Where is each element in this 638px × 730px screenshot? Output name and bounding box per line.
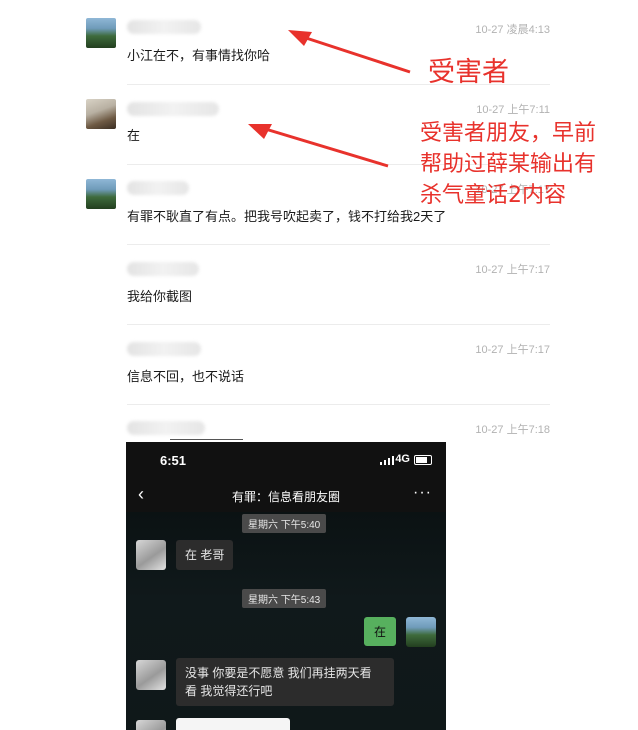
arrowhead <box>248 124 272 139</box>
annotation-line: 帮助过薛某输出有 <box>420 152 597 177</box>
annotation-friend: 受害者朋友，早前 帮助过薛某输出有 杀气童话2内容 <box>420 118 596 211</box>
annotation-line: 受害者朋友，早前 <box>420 121 597 146</box>
annotation-line: 杀气童话2内容 <box>420 183 566 208</box>
annotation-arrows <box>248 30 411 168</box>
annotation-victim: 受害者 <box>428 57 509 88</box>
arrowhead <box>288 30 312 46</box>
